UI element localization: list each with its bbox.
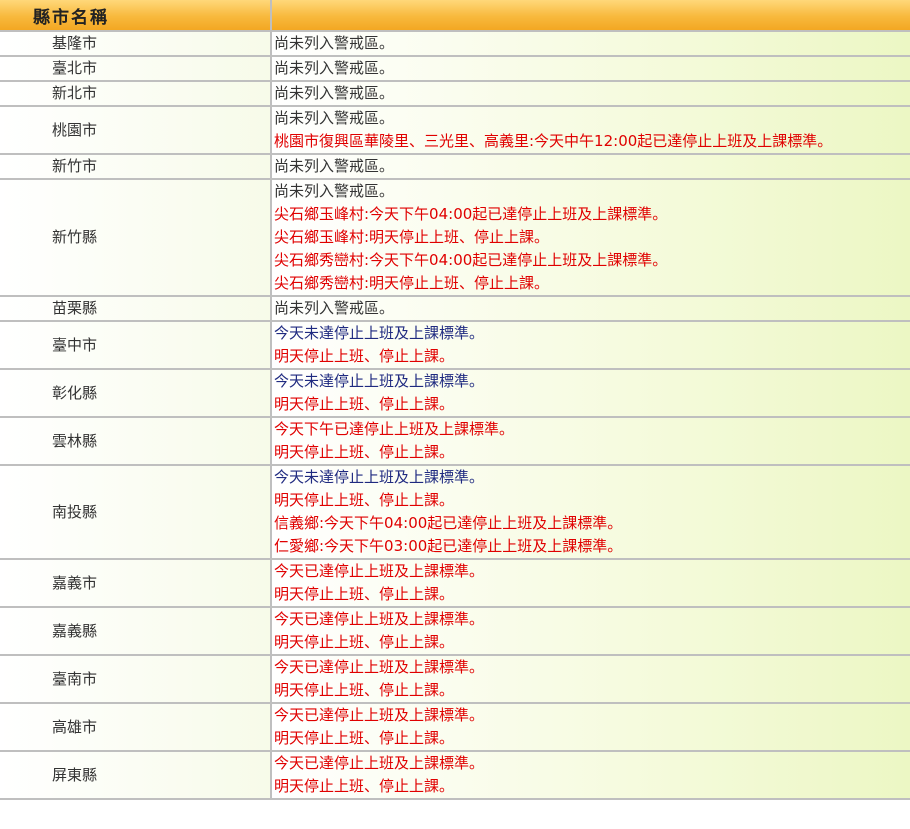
closure-status-table: 縣市名稱 基隆市 尚未列入警戒區。 臺北市 尚未列入警戒區。 新北市 尚未列入警戒區。 桃園… [0,0,910,800]
status-line: 尚未列入警戒區。 [274,84,395,102]
status-line: 明天停止上班、停止上課。 [274,681,455,699]
county-name-cell: 臺南市 [0,655,272,704]
status-cell: 尚未列入警戒區。桃園市復興區華陵里、三光里、高義里:今天中午12:00起已達停止… [271,106,910,155]
status-cell: 今天已達停止上班及上課標準。 明天停止上班、停止上課。 [271,559,910,608]
status-header [271,0,910,32]
status-line: 今天已達停止上班及上課標準。 [274,658,485,676]
status-cell: 尚未列入警戒區。 [271,154,910,180]
county-name-cell: 新北市 [0,81,272,107]
table-header: 縣市名稱 [0,0,910,32]
table-row: 南投縣 今天未達停止上班及上課標準。 明天停止上班、停止上課。信義鄉:今天下午04:… [0,465,910,560]
county-name-cell: 桃園市 [0,106,272,155]
status-cell: 今天未達停止上班及上課標準。 明天停止上班、停止上課。 [271,369,910,418]
status-cell: 今天未達停止上班及上課標準。 明天停止上班、停止上課。 [271,321,910,370]
table-row: 基隆市 尚未列入警戒區。 [0,31,910,57]
status-cell: 尚未列入警戒區。 [271,56,910,82]
table-row: 屏東縣 今天已達停止上班及上課標準。 明天停止上班、停止上課。 [0,751,910,800]
status-line: 明天停止上班、停止上課。 [274,443,455,461]
county-name-cell: 南投縣 [0,465,272,560]
county-name-cell: 嘉義市 [0,559,272,608]
table-row: 新竹縣 尚未列入警戒區。尖石鄉玉峰村:今天下午04:00起已達停止上班及上課標準。… [0,179,910,297]
status-line: 尚未列入警戒區。 [274,299,395,317]
county-name-cell: 新竹市 [0,154,272,180]
status-cell: 尚未列入警戒區。 [271,296,910,322]
county-name-cell: 新竹縣 [0,179,272,297]
status-line: 尚未列入警戒區。 [274,109,395,127]
county-name-cell: 彰化縣 [0,369,272,418]
status-cell: 尚未列入警戒區。尖石鄉玉峰村:今天下午04:00起已達停止上班及上課標準。 尖石鄉… [271,179,910,297]
status-line: 今天已達停止上班及上課標準。 [274,706,485,724]
status-line: 今天下午已達停止上班及上課標準。 [274,420,515,438]
status-line: 桃園市復興區華陵里、三光里、高義里:今天中午12:00起已達停止上班及上課標準。 [274,132,833,150]
county-name-cell: 臺中市 [0,321,272,370]
status-cell: 今天未達停止上班及上課標準。 明天停止上班、停止上課。信義鄉:今天下午04:00起… [271,465,910,560]
county-name-cell: 雲林縣 [0,417,272,466]
table-row: 嘉義市 今天已達停止上班及上課標準。 明天停止上班、停止上課。 [0,559,910,608]
status-line: 今天未達停止上班及上課標準。 [274,324,485,342]
table-row: 高雄市 今天已達停止上班及上課標準。 明天停止上班、停止上課。 [0,703,910,752]
county-name-cell: 苗栗縣 [0,296,272,322]
status-line: 明天停止上班、停止上課。 [274,585,455,603]
status-line: 尖石鄉秀巒村:明天停止上班、停止上課。 [274,274,550,292]
status-cell: 今天已達停止上班及上課標準。 明天停止上班、停止上課。 [271,703,910,752]
status-line: 明天停止上班、停止上課。 [274,633,455,651]
status-cell: 尚未列入警戒區。 [271,81,910,107]
table-row: 新北市 尚未列入警戒區。 [0,81,910,107]
table-body: 基隆市 尚未列入警戒區。 臺北市 尚未列入警戒區。 新北市 尚未列入警戒區。 桃園市 尚未列入… [0,31,910,800]
county-name-cell: 屏東縣 [0,751,272,800]
status-line: 明天停止上班、停止上課。 [274,729,455,747]
county-name-cell: 基隆市 [0,31,272,57]
status-line: 今天已達停止上班及上課標準。 [274,754,485,772]
status-line: 今天未達停止上班及上課標準。 [274,372,485,390]
status-line: 尚未列入警戒區。 [274,34,395,52]
table-row: 苗栗縣 尚未列入警戒區。 [0,296,910,322]
status-line: 尚未列入警戒區。 [274,157,395,175]
table-row: 嘉義縣 今天已達停止上班及上課標準。 明天停止上班、停止上課。 [0,607,910,656]
status-line: 今天已達停止上班及上課標準。 [274,562,485,580]
status-line: 明天停止上班、停止上課。 [274,347,455,365]
status-cell: 今天已達停止上班及上課標準。 明天停止上班、停止上課。 [271,655,910,704]
table-row: 桃園市 尚未列入警戒區。桃園市復興區華陵里、三光里、高義里:今天中午12:00起已… [0,106,910,155]
table-row: 彰化縣 今天未達停止上班及上課標準。 明天停止上班、停止上課。 [0,369,910,418]
table-row: 雲林縣 今天下午已達停止上班及上課標準。 明天停止上班、停止上課。 [0,417,910,466]
table-row: 臺中市 今天未達停止上班及上課標準。 明天停止上班、停止上課。 [0,321,910,370]
status-line: 明天停止上班、停止上課。 [274,777,455,795]
county-name-header: 縣市名稱 [0,0,272,32]
status-cell: 今天已達停止上班及上課標準。 明天停止上班、停止上課。 [271,607,910,656]
table-row: 臺北市 尚未列入警戒區。 [0,56,910,82]
header-row: 縣市名稱 [0,0,910,32]
status-line: 明天停止上班、停止上課。 [274,491,455,509]
county-name-cell: 高雄市 [0,703,272,752]
status-cell: 尚未列入警戒區。 [271,31,910,57]
status-line: 尚未列入警戒區。 [274,59,395,77]
status-line: 尖石鄉玉峰村:明天停止上班、停止上課。 [274,228,550,246]
status-line: 今天未達停止上班及上課標準。 [274,468,485,486]
status-line: 尖石鄉秀巒村:今天下午04:00起已達停止上班及上課標準。 [274,251,668,269]
status-cell: 今天下午已達停止上班及上課標準。 明天停止上班、停止上課。 [271,417,910,466]
status-cell: 今天已達停止上班及上課標準。 明天停止上班、停止上課。 [271,751,910,800]
status-line: 尚未列入警戒區。 [274,182,395,200]
status-line: 信義鄉:今天下午04:00起已達停止上班及上課標準。 [274,514,623,532]
table-row: 新竹市 尚未列入警戒區。 [0,154,910,180]
status-line: 明天停止上班、停止上課。 [274,395,455,413]
table-row: 臺南市 今天已達停止上班及上課標準。 明天停止上班、停止上課。 [0,655,910,704]
status-line: 尖石鄉玉峰村:今天下午04:00起已達停止上班及上課標準。 [274,205,668,223]
county-name-cell: 臺北市 [0,56,272,82]
status-line: 仁愛鄉:今天下午03:00起已達停止上班及上課標準。 [274,537,623,555]
status-line: 今天已達停止上班及上課標準。 [274,610,485,628]
county-name-cell: 嘉義縣 [0,607,272,656]
